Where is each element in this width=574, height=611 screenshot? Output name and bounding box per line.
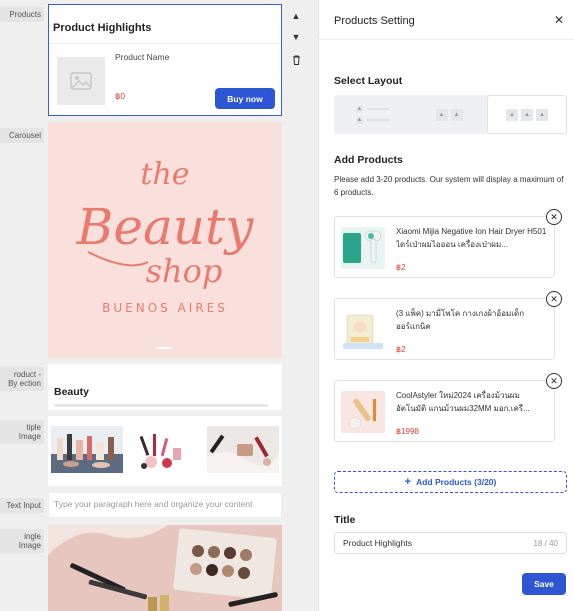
- product-icon: ▲: [450, 108, 463, 121]
- product-highlights-block[interactable]: Product Highlights Product Name ฿0 Buy n…: [48, 4, 282, 116]
- product-card[interactable]: CoolAstyler ใหม่2024 เครื่องม้วนผม อัตโน…: [334, 373, 562, 442]
- product-name: Product Name: [115, 52, 170, 62]
- text-input-block[interactable]: Type your paragraph here and organize yo…: [48, 492, 282, 518]
- carousel-block[interactable]: the Beauty shop BUENOS AIRES: [48, 122, 282, 358]
- buy-now-button[interactable]: Buy now: [215, 88, 275, 109]
- add-products-button[interactable]: + Add Products (3/20): [334, 471, 567, 493]
- layout-option-three-column[interactable]: ▲ ▲ ▲: [487, 95, 567, 134]
- product-card[interactable]: (3 แพ็ค) มามี่โพโค กางเกงผ้าอ้อมเด็ก ออร…: [334, 291, 562, 360]
- remove-product-icon[interactable]: ✕: [546, 291, 562, 307]
- layout-option-list[interactable]: ▲ ▲: [334, 95, 408, 134]
- plus-icon: +: [404, 476, 412, 488]
- section-scrollbar[interactable]: [54, 404, 268, 407]
- svg-text:BUENOS AIRES: BUENOS AIRES: [102, 301, 228, 315]
- label-product-by-section: roduct - By ection: [0, 367, 44, 391]
- single-image-block[interactable]: [48, 525, 282, 611]
- product-card-price: ฿2: [396, 263, 406, 272]
- section-title: Beauty: [54, 386, 90, 398]
- makeup-palette-image: [48, 525, 282, 611]
- title-input-value: Product Highlights: [343, 538, 412, 548]
- text-input-placeholder[interactable]: Type your paragraph here and organize yo…: [54, 499, 252, 509]
- product-icon: ▲: [536, 108, 548, 121]
- product-icon: ▲: [521, 108, 533, 121]
- label-text-input: Text Input: [0, 498, 44, 513]
- add-products-heading: Add Products: [334, 154, 403, 166]
- image-placeholder-icon: [57, 57, 105, 105]
- divider: [49, 43, 281, 44]
- product-card[interactable]: Xiaomi Mijia Negative Ion Hair Dryer H50…: [334, 209, 562, 278]
- save-button[interactable]: Save: [522, 573, 566, 595]
- label-multiple-image: tiple Image: [0, 420, 44, 444]
- carousel-indicator[interactable]: [156, 347, 172, 349]
- select-layout-heading: Select Layout: [334, 75, 403, 87]
- trash-icon[interactable]: [288, 52, 304, 68]
- product-card-price: ฿1998: [396, 427, 419, 436]
- product-card-name: Xiaomi Mijia Negative Ion Hair Dryer H50…: [396, 227, 547, 249]
- product-by-section-block[interactable]: Beauty: [48, 364, 282, 410]
- svg-text:the: the: [140, 157, 189, 192]
- remove-product-icon[interactable]: ✕: [546, 373, 562, 389]
- product-icon: ▲: [435, 108, 448, 121]
- label-products: Products: [0, 7, 44, 22]
- multiple-image-block[interactable]: [48, 416, 282, 486]
- product-card-price: ฿2: [396, 345, 406, 354]
- label-single-image: ingle Image: [0, 529, 44, 553]
- cosmetics-image-1: [51, 426, 123, 473]
- label-carousel: Carousel: [0, 128, 44, 143]
- product-highlights-title: Product Highlights: [53, 22, 152, 34]
- product-card-name: (3 แพ็ค) มามี่โพโค กางเกงผ้าอ้อมเด็ก ออร…: [396, 309, 525, 331]
- add-products-label: Add Products (3/20): [416, 477, 497, 487]
- caret-up-icon[interactable]: ▲: [288, 8, 304, 24]
- product-thumbnail: [341, 309, 385, 351]
- product-thumbnail: [341, 391, 385, 433]
- title-char-count: 18 / 40: [533, 538, 558, 548]
- title-heading: Title: [334, 514, 356, 526]
- title-input[interactable]: Product Highlights 18 / 40: [334, 532, 567, 554]
- svg-text:Beauty: Beauty: [76, 198, 254, 256]
- product-card-name: CoolAstyler ใหม่2024 เครื่องม้วนผม อัตโน…: [396, 391, 530, 413]
- panel-title: Products Setting: [334, 15, 415, 27]
- products-setting-panel: Products Setting ✕ Select Layout ▲ ▲ ▲ ▲ …: [318, 0, 574, 611]
- remove-product-icon[interactable]: ✕: [546, 209, 562, 225]
- layout-option-two-column[interactable]: ▲ ▲: [412, 95, 486, 134]
- close-icon[interactable]: ✕: [554, 13, 564, 27]
- panel-header: Products Setting ✕: [319, 0, 574, 40]
- svg-text:shop: shop: [146, 252, 223, 290]
- beauty-shop-logo: the Beauty shop BUENOS AIRES: [76, 157, 254, 315]
- add-products-hint: Please add 3-20 products. Our system wil…: [334, 175, 564, 197]
- cosmetics-image-2: [133, 426, 188, 473]
- product-thumbnail: [341, 227, 385, 269]
- product-icon: ▲: [506, 108, 518, 121]
- caret-down-icon[interactable]: ▼: [288, 29, 304, 45]
- cosmetics-image-3: [207, 426, 279, 473]
- product-price: ฿0: [115, 91, 126, 101]
- layout-selector: ▲ ▲ ▲ ▲ ▲ ▲ ▲: [334, 95, 567, 134]
